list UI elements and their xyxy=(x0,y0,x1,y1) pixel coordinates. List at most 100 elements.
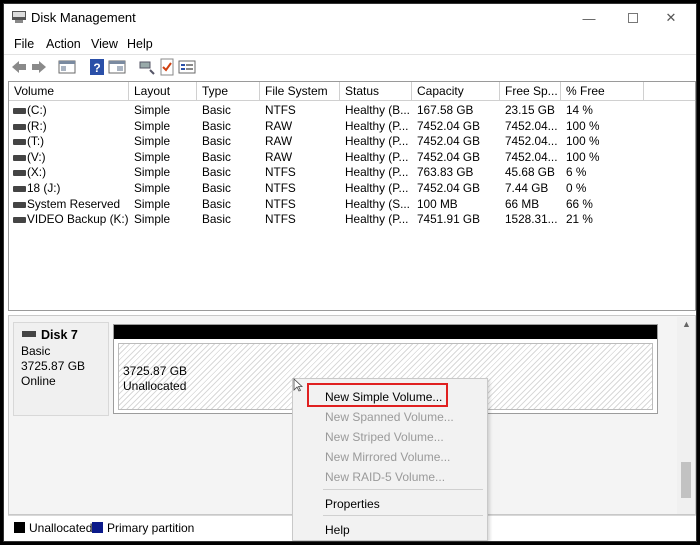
cell-type: Basic xyxy=(202,196,231,211)
toolbar: ? xyxy=(4,54,696,80)
menu-item-new-simple-volume[interactable]: New Simple Volume... xyxy=(325,390,442,404)
cell-free-space: 7452.04... xyxy=(505,134,558,149)
cell-status: Healthy (B... xyxy=(345,103,410,117)
column-header-type[interactable]: Type xyxy=(197,82,260,101)
connect-icon[interactable] xyxy=(138,58,156,76)
console-tree-icon[interactable] xyxy=(58,58,76,76)
table-row[interactable]: System Reserved Simple Basic NTFS Healthy (S… xyxy=(9,197,695,213)
volume-drive-icon xyxy=(13,217,26,224)
table-row[interactable]: (V:) Simple Basic RAW Healthy (P... 7452.04 G… xyxy=(9,150,695,166)
menu-item-new-mirrored-volume[interactable]: New Mirrored Volume... xyxy=(325,450,450,464)
volume-drive-icon xyxy=(13,201,26,208)
cell-percent-free: 0 % xyxy=(566,181,587,195)
cell-type: Basic xyxy=(202,149,231,164)
scroll-up-arrow-icon[interactable]: ▲ xyxy=(682,319,691,329)
maximize-button[interactable] xyxy=(618,8,648,28)
column-header-status[interactable]: Status xyxy=(340,82,412,101)
cell-free-space: 7.44 GB xyxy=(505,181,549,195)
forward-arrow-icon[interactable] xyxy=(30,58,48,76)
column-header-volume[interactable]: Volume xyxy=(9,82,129,101)
table-row[interactable]: VIDEO Backup (K:) Simple Basic NTFS Healthy … xyxy=(9,212,695,228)
cell-type: Basic xyxy=(202,212,231,227)
cell-layout: Simple xyxy=(134,181,171,195)
partition-state: Unallocated xyxy=(123,379,187,393)
cell-volume: VIDEO Backup (K:) xyxy=(27,212,129,227)
menu-item-new-striped-volume[interactable]: New Striped Volume... xyxy=(325,430,444,444)
volume-list: Volume Layout Type File System Status Ca… xyxy=(8,81,696,311)
cell-percent-free: 100 % xyxy=(566,149,600,164)
minimize-icon: — xyxy=(582,10,596,26)
cell-free-space: 7452.04... xyxy=(505,149,558,164)
cell-layout: Simple xyxy=(134,149,171,164)
menu-item-properties[interactable]: Properties xyxy=(325,497,380,511)
disk-management-app-icon xyxy=(12,11,26,23)
cell-file-system: NTFS xyxy=(265,212,296,227)
column-header-capacity[interactable]: Capacity xyxy=(412,82,500,101)
disk-name: Disk 7 xyxy=(41,328,78,342)
cell-type: Basic xyxy=(202,181,231,195)
menu-help[interactable]: Help xyxy=(127,37,153,51)
table-row[interactable]: (C:) Simple Basic NTFS Healthy (B... 167.58 G… xyxy=(9,103,695,119)
disk-management-window: Disk Management — ✕ File Action View Hel… xyxy=(3,3,697,542)
menu-item-new-spanned-volume[interactable]: New Spanned Volume... xyxy=(325,410,454,424)
cell-status: Healthy (P... xyxy=(345,165,409,180)
cell-percent-free: 21 % xyxy=(566,212,593,227)
menu-item-help[interactable]: Help xyxy=(325,523,350,537)
cell-free-space: 23.15 GB xyxy=(505,103,555,117)
checklist-icon[interactable] xyxy=(158,58,176,76)
scrollbar-thumb[interactable] xyxy=(681,462,691,498)
properties-icon[interactable] xyxy=(108,58,126,76)
menu-action[interactable]: Action xyxy=(46,37,81,51)
cell-file-system: RAW xyxy=(265,134,293,149)
title-bar: Disk Management — ✕ xyxy=(4,4,696,32)
maximize-icon xyxy=(628,13,638,23)
cell-type: Basic xyxy=(202,165,231,180)
table-row[interactable]: 18 (J:) Simple Basic NTFS Healthy (P... 7452.… xyxy=(9,181,695,197)
column-header-percent-free[interactable]: % Free xyxy=(561,82,644,101)
table-row[interactable]: (X:) Simple Basic NTFS Healthy (P... 763.83 G… xyxy=(9,165,695,181)
table-row[interactable]: (T:) Simple Basic RAW Healthy (P... 7452.04 G… xyxy=(9,134,695,150)
volume-drive-icon xyxy=(13,154,26,161)
vertical-scrollbar[interactable]: ▲ xyxy=(677,317,695,514)
disk-label[interactable]: Disk 7 Basic 3725.87 GB Online xyxy=(13,322,109,416)
table-row[interactable]: (R:) Simple Basic RAW Healthy (P... 7452.04 G… xyxy=(9,119,695,135)
column-header-file-system[interactable]: File System xyxy=(260,82,340,101)
cell-volume: (C:) xyxy=(27,103,47,117)
menu-item-new-raid5-volume[interactable]: New RAID-5 Volume... xyxy=(325,470,445,484)
volume-drive-icon xyxy=(13,139,26,146)
column-header-layout[interactable]: Layout xyxy=(129,82,197,101)
disk-status: Online xyxy=(21,374,56,388)
cell-capacity: 7452.04 GB xyxy=(417,134,480,149)
cell-percent-free: 14 % xyxy=(566,103,593,117)
cell-capacity: 7452.04 GB xyxy=(417,181,480,195)
minimize-button[interactable]: — xyxy=(574,8,604,28)
disk-type: Basic xyxy=(21,344,51,358)
cell-type: Basic xyxy=(202,118,231,133)
volume-drive-icon xyxy=(13,186,26,192)
context-menu: New Simple Volume... New Spanned Volume.… xyxy=(292,378,488,541)
cell-free-space: 45.68 GB xyxy=(505,165,555,180)
cell-capacity: 100 MB xyxy=(417,196,458,211)
volume-drive-icon xyxy=(13,170,26,177)
cell-volume: (X:) xyxy=(27,165,47,180)
cell-free-space: 7452.04... xyxy=(505,118,558,133)
cell-status: Healthy (P... xyxy=(345,134,409,149)
help-icon[interactable]: ? xyxy=(88,58,106,76)
cell-status: Healthy (P... xyxy=(345,212,409,227)
cell-file-system: NTFS xyxy=(265,181,296,195)
close-button[interactable]: ✕ xyxy=(656,8,686,28)
cell-file-system: RAW xyxy=(265,118,293,133)
menu-view[interactable]: View xyxy=(91,37,118,51)
primary-partition-swatch xyxy=(92,522,103,533)
cell-volume: (R:) xyxy=(27,118,47,133)
menu-file[interactable]: File xyxy=(14,37,34,51)
cell-status: Healthy (P... xyxy=(345,118,409,133)
cell-type: Basic xyxy=(202,134,231,149)
back-arrow-icon[interactable] xyxy=(10,58,28,76)
cell-file-system: NTFS xyxy=(265,196,296,211)
disk-size: 3725.87 GB xyxy=(21,359,86,373)
view-icon[interactable] xyxy=(178,58,196,76)
cell-free-space: 1528.31... xyxy=(505,212,558,227)
legend-primary-partition: Primary partition xyxy=(107,521,195,535)
column-header-free-space[interactable]: Free Sp... xyxy=(500,82,561,101)
